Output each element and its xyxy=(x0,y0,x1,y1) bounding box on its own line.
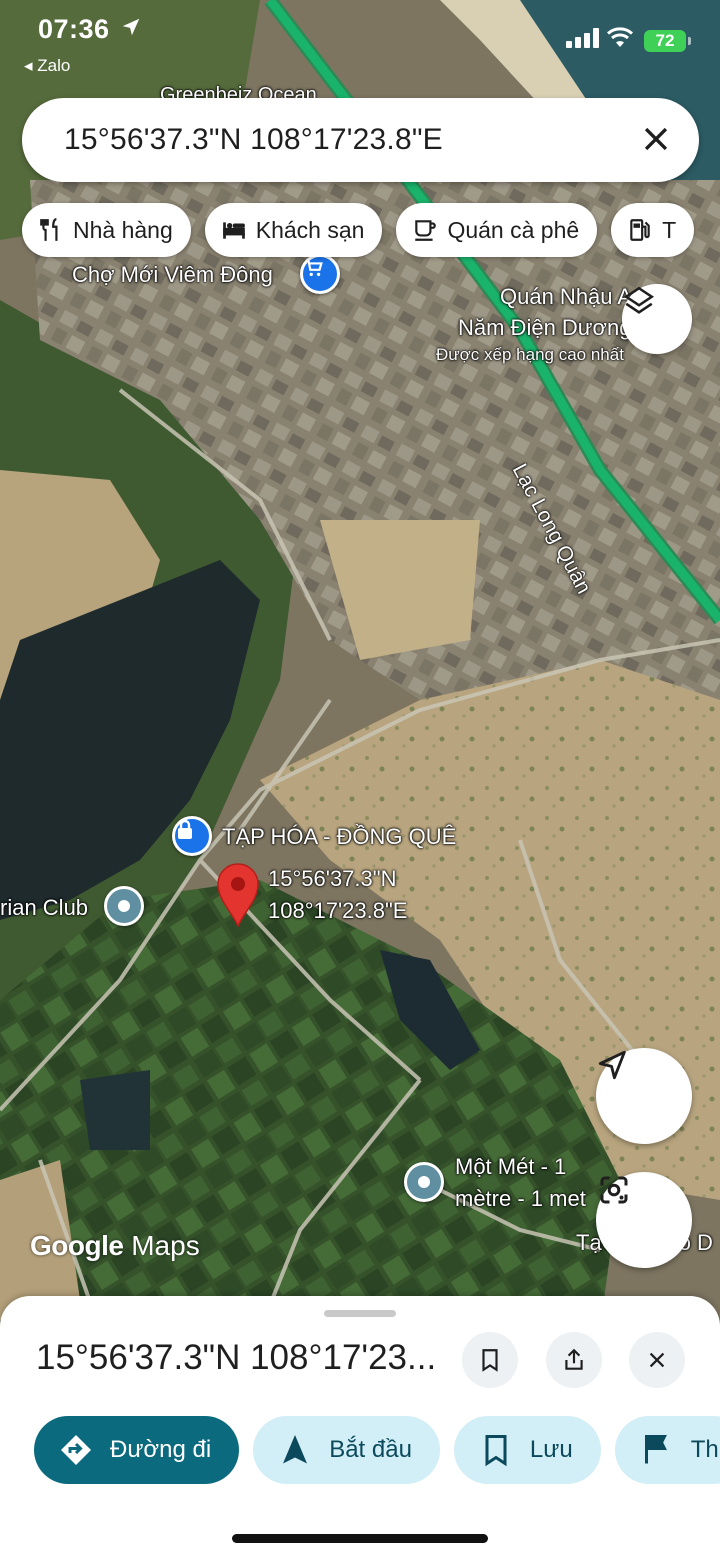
map-label-poi-2[interactable]: mètre - 1 met xyxy=(455,1186,586,1212)
status-bar: 07:36 ◂ Zalo 72 xyxy=(0,0,720,80)
navigation-icon xyxy=(283,1435,308,1464)
more-action-label: Th xyxy=(690,1436,719,1463)
directions-button[interactable]: Đường đi xyxy=(34,1416,240,1484)
place-bottom-sheet[interactable]: 15°56'37.3"N 108°17'23... Đường đi Bắt đ… xyxy=(0,1296,720,1558)
chip-label: Quán cà phê xyxy=(447,216,580,243)
save-button[interactable]: Lưu xyxy=(453,1416,601,1484)
battery-level: 72 xyxy=(655,31,675,50)
place-marker-icon[interactable] xyxy=(404,1162,444,1202)
battery-indicator: 72 xyxy=(644,30,691,52)
navigation-arrow-icon xyxy=(598,1050,626,1080)
back-to-app-link[interactable]: ◂ Zalo xyxy=(24,56,70,76)
action-buttons: Đường đi Bắt đầu Lưu Th xyxy=(34,1416,720,1484)
my-location-button[interactable] xyxy=(596,1048,692,1144)
home-indicator xyxy=(232,1534,488,1543)
watermark-maps: Maps xyxy=(131,1230,200,1261)
layers-icon xyxy=(623,286,655,314)
hotel-icon xyxy=(222,222,245,239)
wifi-icon xyxy=(607,27,633,47)
lock-icon[interactable] xyxy=(172,816,212,856)
map-label-poi-1[interactable]: Một Mét - 1 xyxy=(455,1154,566,1180)
save-label: Lưu xyxy=(529,1436,573,1463)
watermark-google: Google xyxy=(30,1230,124,1261)
chip-label: T xyxy=(662,216,677,243)
chip-label: Nhà hàng xyxy=(73,216,173,243)
status-time: 07:36 xyxy=(38,14,110,44)
satellite-map[interactable]: Greenbeiz Ocean Chợ Mới Viêm Đông Quán N… xyxy=(0,0,720,1330)
close-icon[interactable] xyxy=(639,122,673,156)
camera-lens-icon xyxy=(600,1176,628,1204)
search-bar[interactable]: 15°56'37.3"N 108°17'23.8"E xyxy=(22,98,699,182)
save-icon-button[interactable] xyxy=(462,1332,518,1388)
shopping-cart-icon[interactable] xyxy=(300,254,340,294)
start-button[interactable]: Bắt đầu xyxy=(253,1416,440,1484)
more-action-button[interactable]: Th xyxy=(614,1416,720,1484)
map-label-bar-2[interactable]: Năm Điện Dương xyxy=(458,315,631,341)
chip-gas[interactable]: T xyxy=(611,203,695,257)
google-maps-watermark: Google Maps xyxy=(30,1230,200,1262)
location-services-icon xyxy=(122,18,140,36)
lens-button[interactable] xyxy=(596,1172,692,1268)
chip-cafes[interactable]: Quán cà phê xyxy=(396,203,598,257)
map-label-market[interactable]: Chợ Mới Viêm Đông xyxy=(72,262,273,288)
restaurant-icon xyxy=(40,218,58,241)
place-marker-icon[interactable] xyxy=(104,886,144,926)
bookmark-icon xyxy=(485,1435,507,1467)
share-button[interactable] xyxy=(546,1332,602,1388)
layers-button[interactable] xyxy=(622,284,692,354)
coffee-icon xyxy=(415,220,437,241)
place-title: 15°56'37.3"N 108°17'23... xyxy=(36,1338,437,1377)
search-query[interactable]: 15°56'37.3"N 108°17'23.8"E xyxy=(64,123,443,157)
start-label: Bắt đầu xyxy=(329,1436,412,1463)
map-label-bar-rating: Được xếp hạng cao nhất xyxy=(436,345,624,364)
pin-coordinate-lat: 15°56'37.3"N xyxy=(268,866,397,891)
directions-icon xyxy=(61,1435,91,1465)
bookmark-icon xyxy=(482,1349,498,1372)
pin-coordinate-lng: 108°17'23.8"E xyxy=(268,898,408,923)
map-label-grocery[interactable]: TẠP HÓA - ĐỒNG QUÊ xyxy=(222,824,456,850)
gas-station-icon xyxy=(630,219,650,241)
drag-handle[interactable] xyxy=(324,1310,396,1317)
close-sheet-button[interactable] xyxy=(629,1332,685,1388)
cellular-signal-icon xyxy=(566,28,599,48)
close-icon xyxy=(649,1352,665,1368)
map-label-club[interactable]: rian Club xyxy=(0,895,88,921)
chip-hotels[interactable]: Khách sạn xyxy=(204,203,383,257)
map-label-bar-1[interactable]: Quán Nhậu A xyxy=(500,284,632,310)
flag-icon xyxy=(644,1435,667,1464)
location-pin-icon xyxy=(214,862,262,928)
directions-label: Đường đi xyxy=(110,1436,212,1463)
chip-label: Khách sạn xyxy=(255,216,365,243)
category-chips: Nhà hàng Khách sạn Quán cà phê T xyxy=(22,203,695,257)
chip-restaurants[interactable]: Nhà hàng xyxy=(22,203,191,257)
share-icon xyxy=(565,1348,583,1370)
